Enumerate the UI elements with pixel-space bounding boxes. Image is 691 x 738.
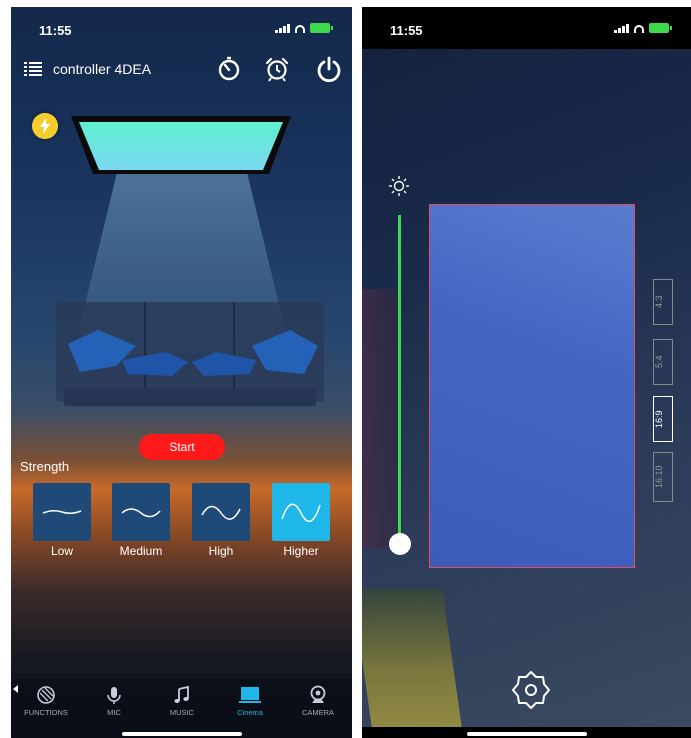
power-icon[interactable] — [315, 55, 343, 83]
signal-icon — [275, 24, 290, 33]
ratio-4-3[interactable]: 4:3 — [653, 279, 673, 325]
camera-screen: 11:55 4:3 5:4 16:9 16:10 — [362, 7, 691, 738]
music-note-icon — [174, 685, 189, 703]
wave-higher-icon — [281, 503, 321, 522]
home-indicator-right[interactable] — [466, 732, 587, 736]
signal-icon — [614, 24, 629, 33]
timer-icon[interactable] — [215, 55, 243, 83]
nav-functions-label: FUNCTIONS — [24, 708, 68, 717]
home-indicator[interactable] — [121, 732, 242, 736]
ratio-5-4[interactable]: 5:4 — [653, 339, 673, 385]
start-button[interactable]: Start — [139, 434, 225, 460]
sofa-illustration — [56, 302, 324, 406]
device-title: controller 4DEA — [53, 61, 152, 77]
nav-functions[interactable]: FUNCTIONS — [12, 685, 80, 717]
status-bar-right: 11:55 — [362, 7, 691, 49]
status-bar: 11:55 — [11, 7, 352, 49]
wave-medium-icon — [121, 508, 161, 518]
strength-higher-label: Higher — [283, 544, 319, 558]
nav-camera[interactable]: CAMERA — [284, 685, 352, 717]
webcam-icon — [310, 685, 326, 703]
nav-mic[interactable]: MIC — [80, 685, 148, 717]
brightness-slider-track[interactable] — [398, 215, 401, 545]
status-icons — [275, 23, 333, 33]
battery-icon — [310, 23, 333, 33]
strength-label: Strength — [20, 459, 70, 474]
cinema-scene — [11, 102, 352, 432]
settings-icon[interactable] — [510, 669, 552, 711]
wifi-icon — [634, 25, 644, 33]
brightness-slider-thumb[interactable] — [389, 533, 411, 555]
camera-preview: 4:3 5:4 16:9 16:10 — [362, 49, 691, 727]
status-icons-right — [614, 23, 672, 33]
strength-low-button[interactable] — [33, 483, 91, 541]
brightness-icon — [389, 176, 409, 196]
ratio-16-9[interactable]: 16:9 — [653, 396, 673, 442]
battery-icon — [649, 23, 672, 33]
strength-medium-button[interactable] — [112, 483, 170, 541]
wifi-icon — [295, 25, 305, 33]
menu-icon[interactable] — [24, 61, 42, 78]
status-time-right: 11:55 — [390, 23, 423, 38]
strength-high-button[interactable] — [192, 483, 250, 541]
tv-backlight-illustration — [71, 116, 291, 174]
nav-mic-label: MIC — [107, 708, 121, 717]
alarm-clock-icon[interactable] — [263, 55, 291, 83]
cinema-screen: 11:55 controller 4DEA Start Strength Low… — [11, 7, 352, 738]
camera-background-shape — [362, 289, 402, 549]
status-time: 11:55 — [39, 23, 72, 38]
nav-camera-label: CAMERA — [301, 708, 335, 717]
mic-icon — [107, 687, 121, 704]
camera-background-shape — [362, 589, 462, 727]
ratio-16-10[interactable]: 16:10 — [653, 452, 673, 502]
nav-cinema[interactable]: Cinema — [216, 685, 284, 717]
app-header: controller 4DEA — [11, 55, 352, 95]
wave-low-icon — [42, 509, 82, 515]
strength-medium-label: Medium — [119, 544, 163, 558]
nav-music[interactable]: MUSIC — [148, 685, 216, 717]
nav-cinema-label: Cinema — [237, 708, 263, 717]
tv-capture-frame[interactable] — [429, 204, 635, 568]
bottom-nav: FUNCTIONS MIC MUSIC Cinema CAMERA — [11, 679, 352, 738]
lightning-badge-icon[interactable] — [32, 113, 58, 139]
strength-low-label: Low — [50, 544, 73, 558]
wave-high-icon — [201, 505, 241, 520]
cinema-screen-icon — [239, 687, 261, 703]
nav-music-label: MUSIC — [169, 708, 195, 717]
strength-higher-button[interactable] — [272, 483, 330, 541]
functions-icon — [37, 686, 55, 704]
strength-high-label: High — [208, 544, 234, 558]
